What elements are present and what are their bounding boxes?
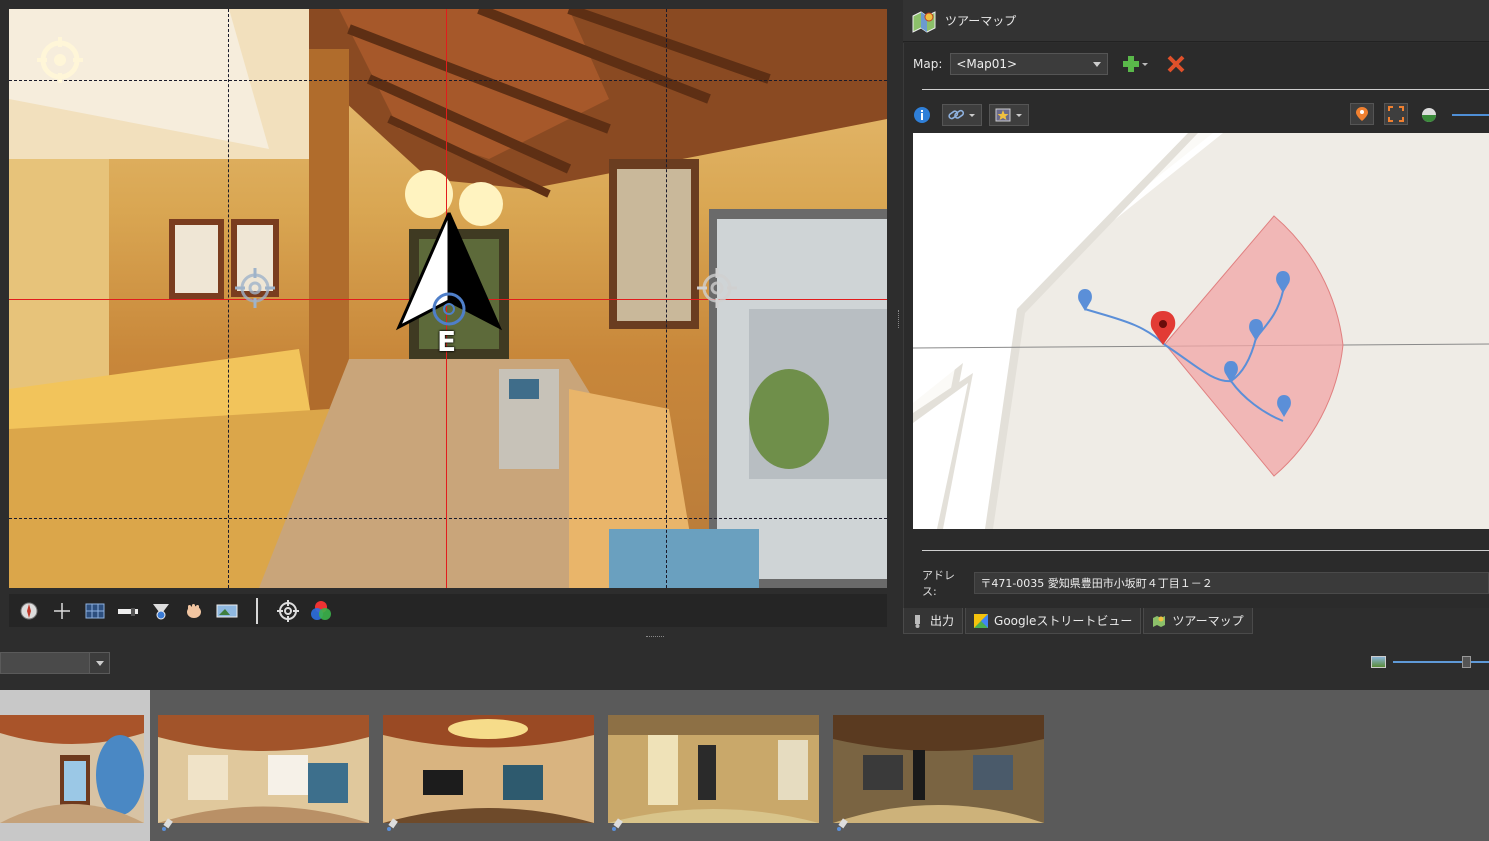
tab-label: 出力: [930, 614, 955, 628]
address-field[interactable]: 〒471-0035 愛知県豊田市小坂町４丁目１－２: [974, 572, 1489, 594]
divider: [922, 89, 1489, 90]
tab-label: Googleストリートビュー: [994, 614, 1133, 628]
thumbnail-size-slider[interactable]: [1393, 661, 1489, 663]
divider: [922, 550, 1489, 551]
google-maps-icon: [974, 613, 989, 628]
app-window: E ツアーマップ Map: <Map01> アドレス: 〒471-0035 愛知…: [0, 0, 1489, 841]
add-map-button[interactable]: [1122, 54, 1149, 74]
panorama-viewer[interactable]: E: [9, 9, 887, 588]
gps-badge-icon: [387, 818, 398, 831]
thumbnail-item[interactable]: [0, 690, 150, 841]
filmstrip-toolbar: [0, 645, 1489, 685]
thumbnail-item[interactable]: [833, 690, 1044, 841]
panel-tabs: 出力 Googleストリートビュー ツアーマップ: [903, 608, 1255, 634]
panel-header: ツアーマップ: [903, 0, 1489, 42]
panorama-icon[interactable]: [213, 597, 240, 624]
pin-icon: [1356, 107, 1368, 121]
delete-map-button[interactable]: [1166, 54, 1186, 74]
gps-badge-icon: [612, 818, 623, 831]
opacity-icon[interactable]: [1421, 107, 1437, 123]
map-canvas[interactable]: [913, 133, 1489, 529]
info-icon[interactable]: [913, 106, 931, 124]
output-icon: [912, 614, 924, 628]
toolbar-separator: [256, 597, 258, 624]
tab-label: ツアーマップ: [1172, 614, 1244, 628]
thumbnail-item[interactable]: [608, 690, 819, 841]
marker-dropdown-button[interactable]: [989, 104, 1029, 126]
thumbnail-size-icon: [1371, 656, 1386, 668]
star-icon: [995, 108, 1022, 122]
thumbnail-image: [833, 715, 1044, 823]
gps-badge-icon: [837, 818, 848, 831]
tab-google-street-view[interactable]: Googleストリートビュー: [965, 608, 1142, 634]
slider-thumb[interactable]: [1462, 656, 1471, 668]
pin-button[interactable]: [1350, 103, 1374, 125]
compass-icon[interactable]: [15, 597, 42, 624]
gps-badge-icon: [162, 818, 173, 831]
map-select-value: <Map01>: [956, 57, 1018, 71]
thumbnail-image: [0, 715, 144, 823]
tour-map-icon: [912, 10, 936, 33]
grid-line: [9, 518, 887, 519]
compass-direction-label: E: [437, 325, 457, 358]
level-icon[interactable]: [114, 597, 141, 624]
tour-map-icon: [1152, 614, 1166, 628]
chevron-down-icon: [89, 653, 109, 673]
filmstrip-select[interactable]: [0, 652, 110, 674]
link-icon: [948, 109, 975, 120]
panel-title: ツアーマップ: [945, 14, 1017, 28]
target-icon[interactable]: [697, 268, 737, 308]
grid-line: [9, 80, 887, 81]
vertical-splitter[interactable]: [898, 310, 900, 328]
thumbnail-item[interactable]: [383, 690, 594, 841]
thumbnail-image: [158, 715, 369, 823]
tab-tour-map[interactable]: ツアーマップ: [1143, 608, 1253, 634]
tour-map-panel: Map: <Map01> アドレス: 〒471-0035 愛知県豊田市小坂町４丁…: [903, 43, 1489, 608]
crosshair-icon[interactable]: [48, 597, 75, 624]
map-toolbar: [913, 103, 1489, 127]
opacity-slider[interactable]: [1452, 114, 1489, 116]
address-value: 〒471-0035 愛知県豊田市小坂町４丁目１－２: [980, 577, 1213, 590]
target-icon[interactable]: [235, 268, 275, 308]
fullscreen-icon: [1388, 106, 1404, 122]
color-icon[interactable]: [307, 597, 334, 624]
horizontal-splitter[interactable]: [646, 636, 664, 639]
filmstrip: [0, 690, 1489, 841]
funnel-icon[interactable]: [147, 597, 174, 624]
target-icon[interactable]: [37, 37, 83, 83]
viewer-toolbar: [9, 594, 887, 627]
address-row: アドレス: 〒471-0035 愛知県豊田市小坂町４丁目１－２: [922, 567, 1489, 599]
map-label: Map:: [913, 57, 943, 71]
hand-icon[interactable]: [180, 597, 207, 624]
thumbnail-item[interactable]: [158, 690, 369, 841]
tab-output[interactable]: 出力: [903, 608, 964, 634]
address-label: アドレス:: [922, 569, 955, 598]
fullscreen-button[interactable]: [1384, 103, 1408, 125]
chevron-down-icon: [1093, 62, 1102, 67]
map-selector-row: Map: <Map01>: [913, 53, 1186, 75]
grid-icon[interactable]: [81, 597, 108, 624]
target-icon[interactable]: [274, 597, 301, 624]
map-select[interactable]: <Map01>: [950, 53, 1109, 75]
thumbnail-image: [383, 715, 594, 823]
thumbnail-image: [608, 715, 819, 823]
link-dropdown-button[interactable]: [942, 104, 982, 126]
